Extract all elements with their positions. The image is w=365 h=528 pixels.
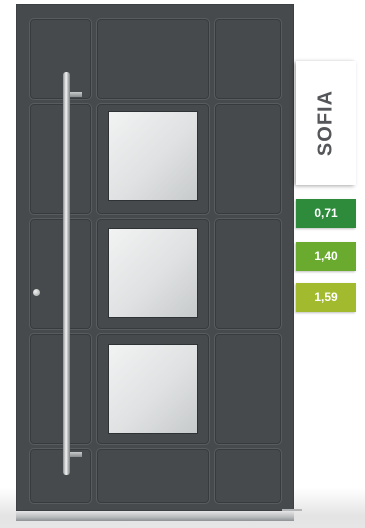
door-panel-groove [214,333,282,445]
handle-bracket [70,452,82,457]
door-panel-groove [29,218,92,330]
rating-badge: 1,40 [296,242,356,271]
glass-window [108,228,198,318]
door-panel-groove [96,448,210,504]
door-panel-groove [214,448,282,504]
door-panel-groove [29,448,92,504]
product-image: SOFIA 0,71 1,40 1,59 [0,0,365,528]
rating-value: 1,59 [314,290,338,304]
handle-bracket [70,92,82,97]
glass-window [108,111,198,201]
rating-value: 0,71 [314,206,338,220]
door-panel-groove [96,18,210,100]
product-name-tag: SOFIA [296,61,356,185]
door-panel-groove [29,103,92,215]
rating-value: 1,40 [314,249,338,263]
door-panel-groove [214,18,282,100]
door-panel-groove [29,333,92,445]
rating-badge: 1,59 [296,283,356,312]
door-handle [63,72,70,475]
glass-window [108,344,198,434]
rating-badge: 0,71 [296,199,356,228]
lock-cylinder [33,289,40,296]
door-threshold [16,511,294,521]
product-name: SOFIA [314,89,337,157]
door-panel-groove [214,103,282,215]
door-panel-groove [29,18,92,100]
door-panel-groove [214,218,282,330]
front-door [16,4,302,511]
